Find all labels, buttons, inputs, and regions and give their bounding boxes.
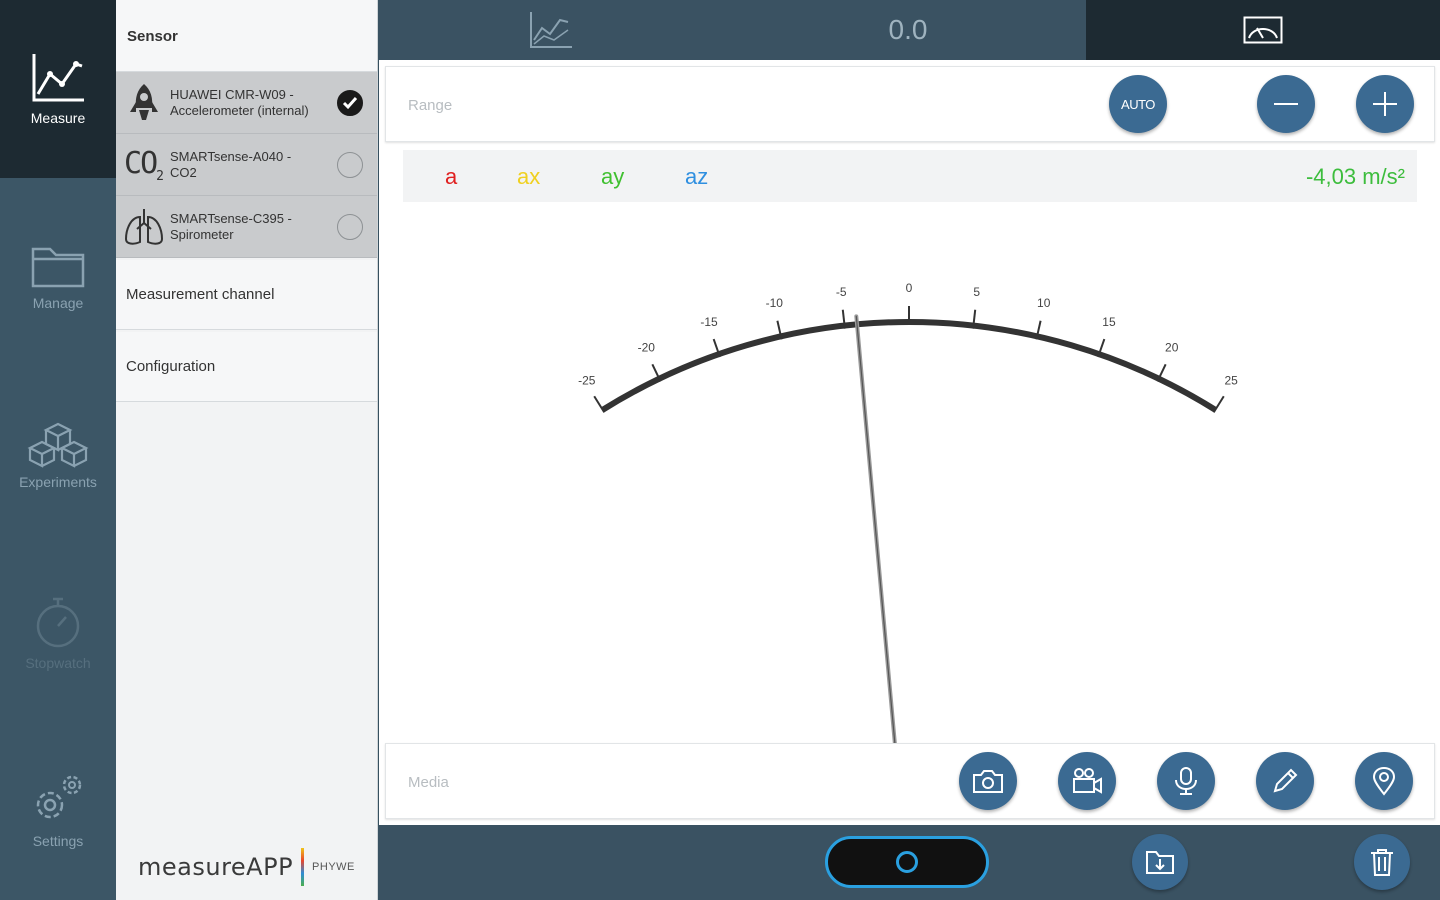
gauge-tick-label: 20 <box>1165 341 1179 355</box>
sensor-item-accelerometer[interactable]: HUAWEI CMR-W09 - Accelerometer (internal… <box>116 72 377 134</box>
gauge-dial: -25 -20 -15 -10 -5 0 5 10 15 20 25 <box>578 281 1239 755</box>
brand-logo: measureAPP PHYWE <box>138 848 355 886</box>
media-label: Media <box>408 774 449 791</box>
lungs-icon <box>120 203 168 251</box>
bottom-bar <box>378 825 1440 900</box>
video-button[interactable] <box>1058 752 1116 810</box>
co2-icon-text: CO <box>124 145 158 181</box>
sensor-radio[interactable] <box>337 152 363 178</box>
gauge-tick-label: -25 <box>578 373 596 387</box>
nav-label-experiments: Experiments <box>19 474 97 490</box>
top-bar: 0.0 <box>378 0 1440 60</box>
sensor-item-co2[interactable]: CO2 SMARTsense-A040 - CO2 <box>116 134 377 196</box>
gears-icon <box>36 775 82 819</box>
sensor-name: HUAWEI CMR-W09 - Accelerometer (internal… <box>170 86 309 118</box>
nav-item-settings[interactable]: Settings <box>0 755 116 865</box>
media-card: Media <box>385 743 1435 819</box>
sensor-radio[interactable] <box>337 214 363 240</box>
co2-icon: CO2 <box>120 141 168 189</box>
auto-range-button[interactable]: AUTO <box>1109 75 1167 133</box>
gauge-tick-label: 25 <box>1225 373 1239 387</box>
note-button[interactable] <box>1256 752 1314 810</box>
stopwatch-icon <box>36 597 80 648</box>
microphone-icon <box>1175 767 1197 795</box>
line-chart-icon <box>32 54 84 102</box>
plus-icon <box>1373 92 1397 116</box>
save-icon <box>1146 851 1174 874</box>
sensor-radio-selected[interactable] <box>337 90 363 116</box>
camera-icon <box>973 770 1003 793</box>
gauge-tick-label: -5 <box>836 285 847 299</box>
channel-az[interactable]: az <box>685 164 708 190</box>
rocket-icon <box>120 79 168 127</box>
gauge-tick <box>1212 395 1225 413</box>
location-button[interactable] <box>1355 752 1413 810</box>
cubes-icon <box>27 422 89 468</box>
tab-value-display[interactable]: 0.0 <box>833 14 983 46</box>
sensor-panel: Sensor HUAWEI CMR-W09 - Accelerometer (i… <box>116 0 378 900</box>
configuration-link[interactable]: Configuration <box>116 332 377 402</box>
tab-chart[interactable] <box>528 10 574 55</box>
range-label: Range <box>408 97 453 114</box>
zoom-in-button[interactable] <box>1356 75 1414 133</box>
nav-item-stopwatch[interactable]: Stopwatch <box>0 578 116 688</box>
gauge-tick-label: 15 <box>1102 315 1116 329</box>
nav-item-measure[interactable]: Measure <box>0 0 116 178</box>
gauge-tick-label: 0 <box>906 281 913 295</box>
channel-a[interactable]: a <box>445 164 457 190</box>
gauge-tick-label: 5 <box>973 285 980 299</box>
pencil-icon <box>1273 768 1298 793</box>
nav-item-experiments[interactable]: Experiments <box>0 400 116 510</box>
gauge-tick-label: -20 <box>638 341 656 355</box>
nav-label-manage: Manage <box>32 295 84 311</box>
location-icon <box>1372 766 1396 796</box>
gauge-arc <box>601 319 1217 413</box>
sensor-panel-title: Sensor <box>116 0 377 72</box>
folder-icon <box>31 247 85 288</box>
record-button[interactable] <box>825 836 989 888</box>
nav-label-measure: Measure <box>30 110 86 126</box>
nav-item-manage[interactable]: Manage <box>0 222 116 332</box>
channel-value: -4,03 m/s² <box>1305 164 1405 189</box>
gauge-needle <box>854 314 898 755</box>
zoom-out-button[interactable] <box>1257 75 1315 133</box>
checkmark-icon <box>342 97 358 110</box>
microphone-button[interactable] <box>1157 752 1215 810</box>
measurement-channel-link[interactable]: Measurement channel <box>116 260 377 330</box>
channel-ax[interactable]: ax <box>517 164 540 190</box>
record-icon <box>896 851 918 873</box>
video-icon <box>1073 768 1102 794</box>
gauge-icon <box>1243 16 1283 44</box>
gauge-tick-label: 10 <box>1037 296 1051 310</box>
tab-gauge[interactable] <box>1086 0 1440 60</box>
gauge-tick-label: -10 <box>766 296 784 310</box>
brand-divider <box>301 848 305 886</box>
range-card: Range AUTO <box>385 66 1435 142</box>
nav-label-stopwatch: Stopwatch <box>25 655 91 671</box>
sensor-name: SMARTsense-C395 - Spirometer <box>170 210 292 242</box>
main-content: Range AUTO a ax ay az -4,03 m/s² -25 -20-… <box>379 60 1440 825</box>
minus-icon <box>1274 103 1298 105</box>
brand-name: measureAPP <box>138 853 294 881</box>
sensor-item-spirometer[interactable]: SMARTsense-C395 - Spirometer <box>116 196 377 258</box>
channel-bar: a ax ay az -4,03 m/s² <box>403 150 1417 202</box>
brand-sub: PHYWE <box>312 861 355 873</box>
delete-button[interactable] <box>1354 834 1410 890</box>
nav-rail: Measure Manage Experiments Stopwatch Set… <box>0 0 116 900</box>
channel-ay[interactable]: ay <box>601 164 624 190</box>
sensor-name: SMARTsense-A040 - CO2 <box>170 148 292 180</box>
chart-icon <box>530 12 572 48</box>
save-button[interactable] <box>1132 834 1188 890</box>
camera-button[interactable] <box>959 752 1017 810</box>
gauge-tick <box>593 395 606 413</box>
co2-icon-subscript: 2 <box>156 168 164 184</box>
trash-icon <box>1371 849 1393 876</box>
nav-label-settings: Settings <box>32 833 84 849</box>
gauge-tick-label: -15 <box>700 315 718 329</box>
